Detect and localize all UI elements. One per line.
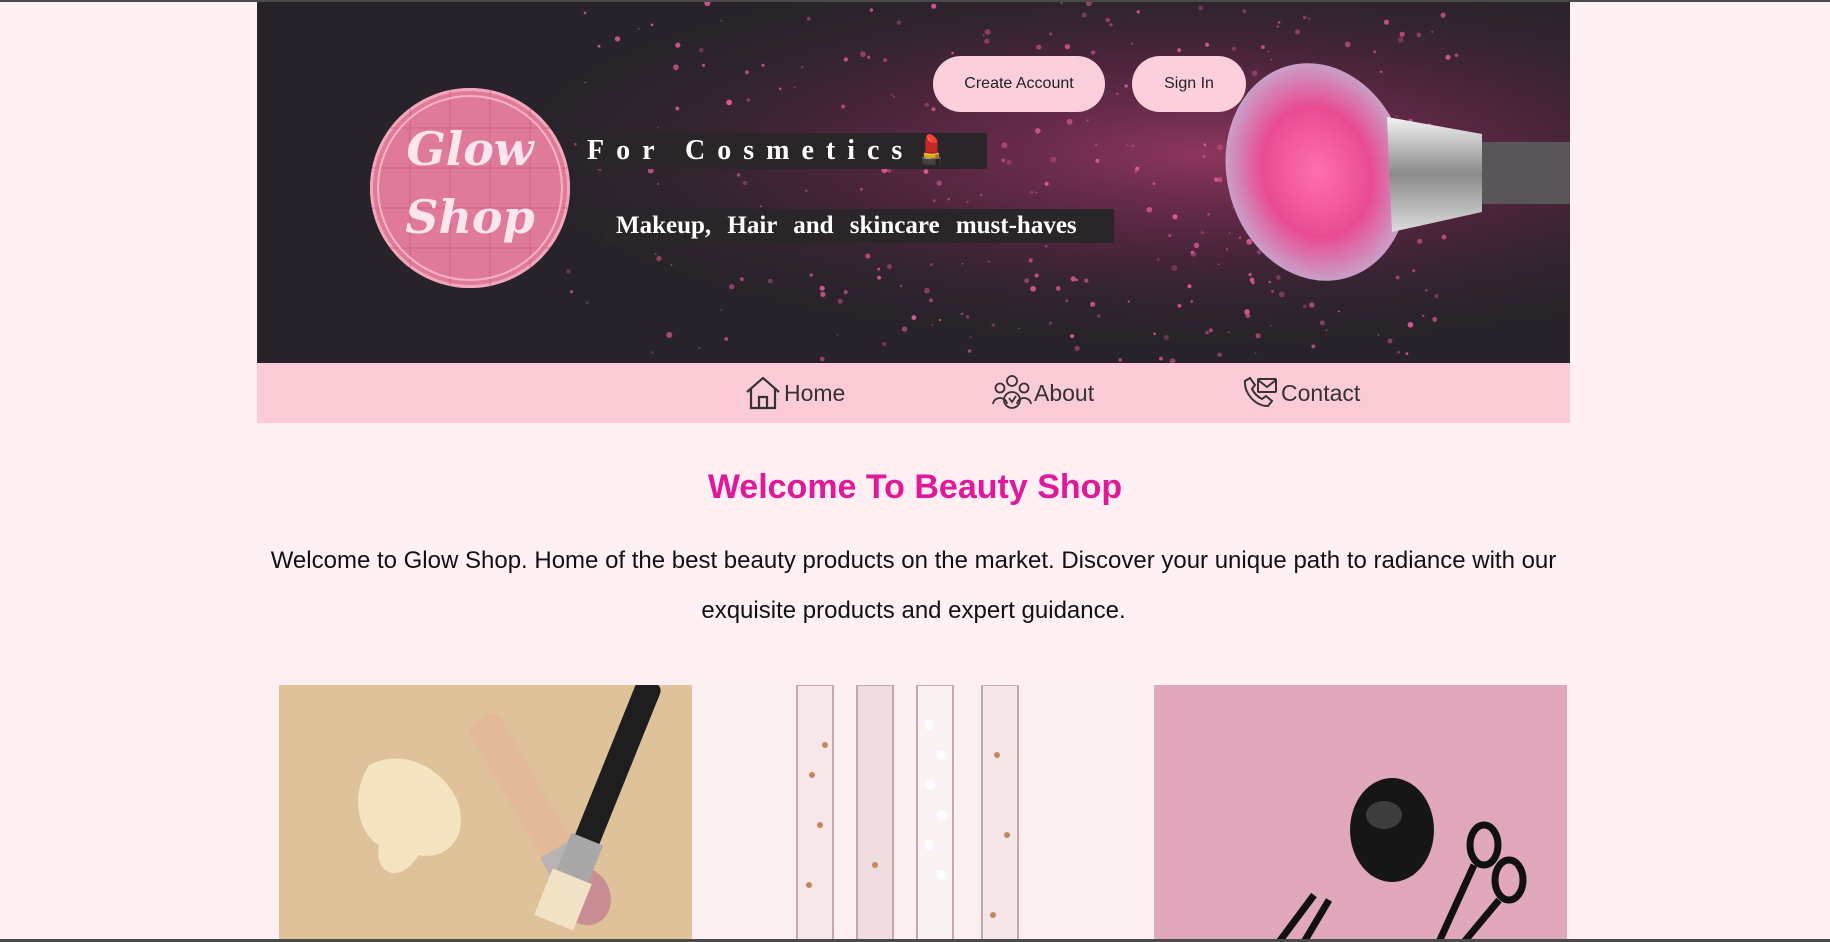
nav-label-home: Home bbox=[784, 379, 846, 406]
lipstick-icon: 💄 bbox=[914, 135, 950, 166]
stones-tools-illustration bbox=[1276, 778, 1527, 942]
gallery-image-stones-tools[interactable] bbox=[1154, 685, 1567, 942]
nav-item-home[interactable]: Home bbox=[744, 373, 845, 413]
create-account-button[interactable]: Create Account bbox=[933, 56, 1105, 112]
hero-banner: Create Account Sign In Glow Shop For Cos… bbox=[257, 2, 1570, 363]
home-icon bbox=[746, 376, 780, 410]
nav-label-contact: Contact bbox=[1281, 379, 1361, 406]
serum-tubes-illustration bbox=[796, 685, 1019, 942]
logo-grid-pattern bbox=[370, 88, 570, 288]
main-navigation: Home About Contact bbox=[257, 363, 1570, 423]
nav-item-about[interactable]: About bbox=[992, 373, 1094, 413]
tagline-title-text: For Cosmetics bbox=[587, 135, 915, 166]
gallery-image-serum-tubes[interactable] bbox=[717, 685, 1130, 942]
nav-item-contact[interactable]: Contact bbox=[1241, 373, 1360, 413]
tagline-subtitle: Makeup, Hair and skincare must-haves bbox=[604, 209, 1114, 243]
gallery-image-brushes[interactable] bbox=[279, 685, 692, 942]
makeup-brush-image bbox=[1225, 63, 1570, 281]
brushes-illustration bbox=[358, 685, 661, 931]
tagline-title: For Cosmetics💄 bbox=[581, 133, 987, 169]
phone-icon bbox=[1243, 376, 1277, 408]
logo-word-glow: Glow bbox=[406, 122, 534, 176]
nav-label-about: About bbox=[1034, 379, 1095, 406]
intro-paragraph: Welcome to Glow Shop. Home of the best b… bbox=[270, 547, 1557, 624]
logo-word-shop: Shop bbox=[405, 190, 535, 244]
page-title: Welcome To Beauty Shop bbox=[707, 468, 1123, 506]
glow-shop-logo[interactable]: Glow Shop bbox=[370, 88, 570, 288]
people-icon bbox=[992, 375, 1032, 409]
sign-in-button[interactable]: Sign In bbox=[1132, 56, 1246, 112]
